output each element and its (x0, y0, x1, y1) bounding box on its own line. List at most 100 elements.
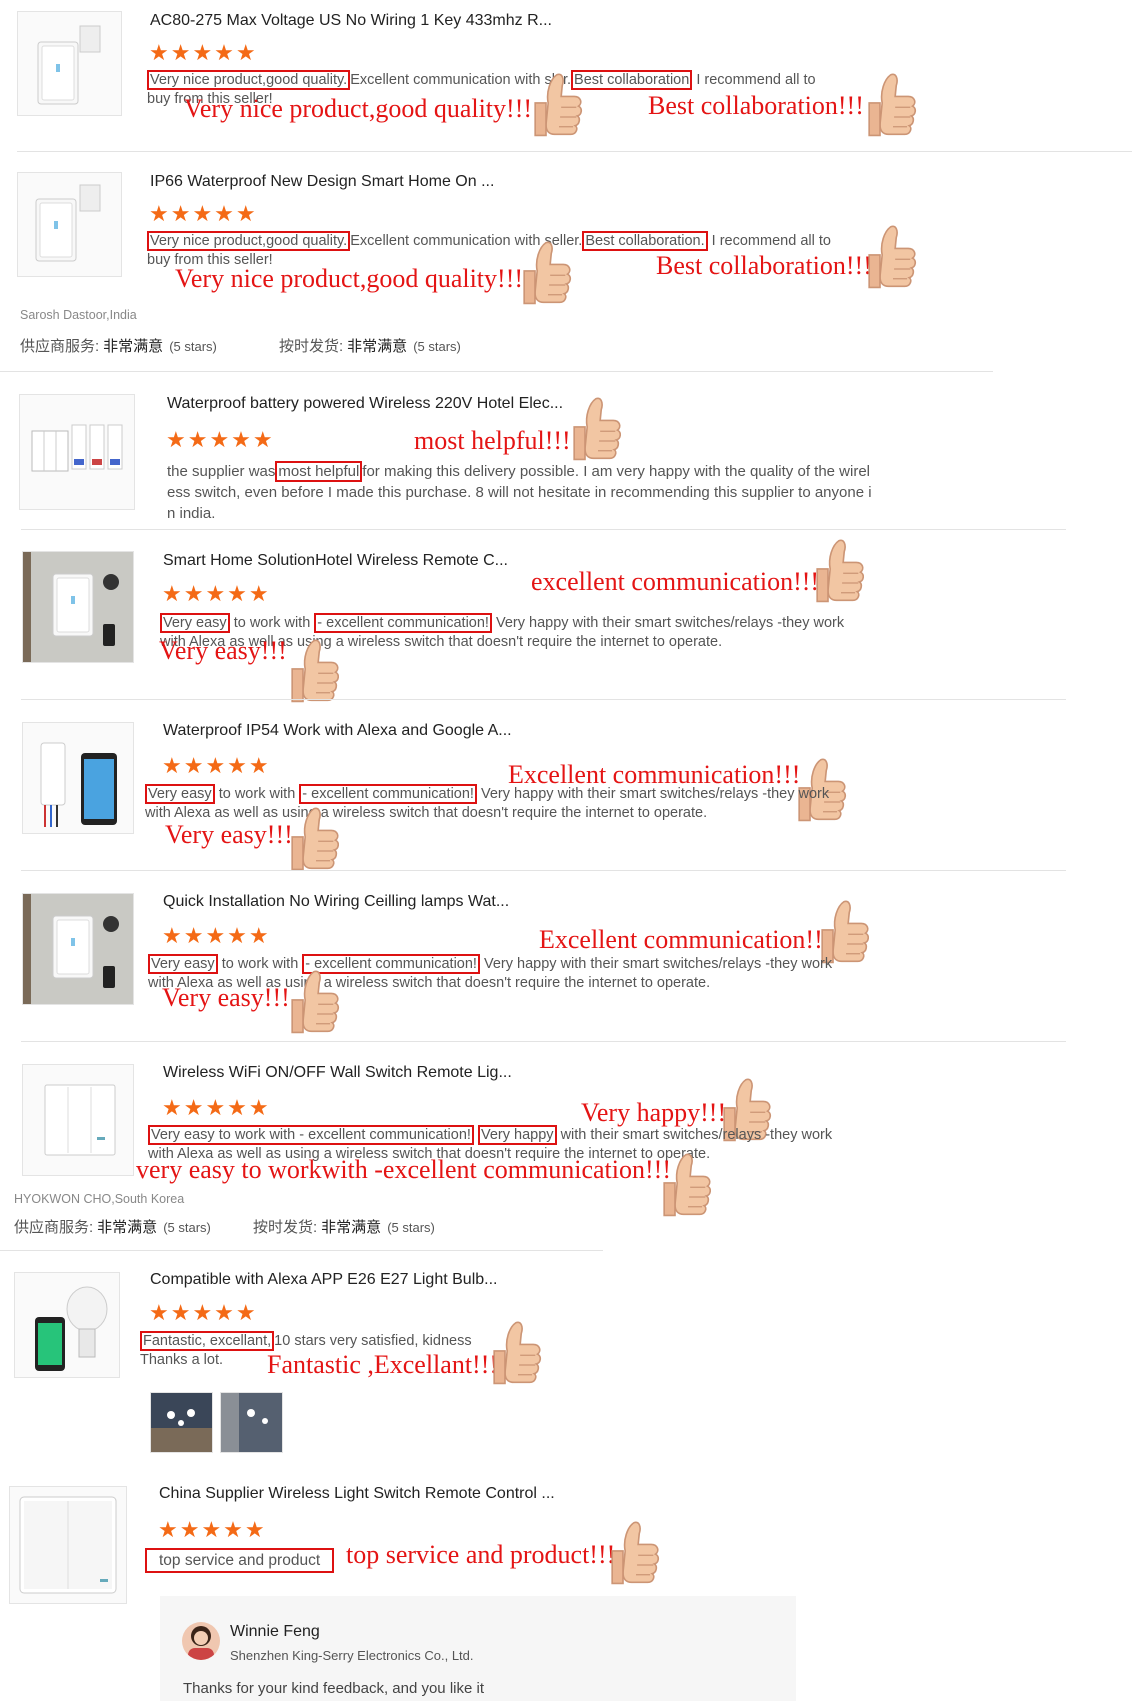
divider (17, 151, 1132, 152)
thumbs-up-icon (291, 807, 340, 871)
avatar (182, 1622, 220, 1660)
supplier-reply-box: Winnie Feng Shenzhen King-Serry Electron… (160, 1596, 796, 1701)
thumbs-up-icon (816, 539, 865, 603)
product-title[interactable]: Compatible with Alexa APP E26 E27 Light … (150, 1271, 497, 1289)
review-photo[interactable] (150, 1392, 213, 1453)
thumbs-up-icon (663, 1153, 712, 1217)
thumbs-up-icon (611, 1521, 660, 1585)
divider (21, 529, 1066, 530)
reviewer-name: HYOKWON CHO,South Korea (14, 1192, 185, 1206)
annotation-text: Best collaboration!!! (648, 91, 864, 120)
replier-name: Winnie Feng (230, 1623, 320, 1640)
product-title[interactable]: China Supplier Wireless Light Switch Rem… (159, 1485, 555, 1503)
star-rating: ★★★★★ (149, 201, 258, 226)
product-image (23, 552, 133, 662)
highlight-box: Very happy (477, 1125, 557, 1145)
product-thumbnail[interactable] (22, 1064, 134, 1176)
highlight-box: top service and product (145, 1548, 335, 1573)
product-image (15, 1273, 119, 1377)
product-title[interactable]: Wireless WiFi ON/OFF Wall Switch Remote … (163, 1064, 512, 1082)
star-rating: ★★★★★ (149, 1300, 258, 1325)
replier-company: Shenzhen King-Serry Electronics Co., Ltd… (230, 1648, 474, 1663)
annotation-text: Very nice product,good quality!!! (184, 94, 533, 123)
divider (21, 1041, 1066, 1042)
annotation-text: most helpful!!! (414, 426, 571, 455)
thumbs-up-icon (868, 73, 917, 137)
review-photo-image (221, 1393, 282, 1452)
highlight-box: Very nice product,good quality. (147, 231, 351, 251)
supplier-service-rating: 供应商服务: 非常满意 (5 stars) (14, 1219, 211, 1236)
annotation-text: very easy to workwith -excellent communi… (136, 1155, 671, 1184)
review-photo[interactable] (220, 1392, 283, 1453)
star-rating: ★★★★★ (162, 923, 271, 948)
star-rating: ★★★★★ (158, 1517, 267, 1542)
annotation-text: Very easy!!! (162, 983, 290, 1012)
highlight-box: Very easy to work with - excellent commu… (148, 1125, 474, 1145)
product-title[interactable]: Quick Installation No Wiring Ceilling la… (163, 893, 509, 911)
thumbs-up-icon (291, 970, 340, 1034)
star-rating: ★★★★★ (166, 427, 275, 452)
highlight-box: Very nice product,good quality. (147, 70, 351, 90)
reviewer-name: Sarosh Dastoor,India (20, 308, 137, 322)
product-thumbnail[interactable] (17, 11, 122, 116)
product-image (18, 173, 121, 276)
thumbs-up-icon (573, 397, 622, 461)
product-image (23, 894, 133, 1004)
supplier-service-rating: 供应商服务: 非常满意 (5 stars) (20, 338, 217, 355)
thumbs-up-icon (534, 73, 583, 137)
on-time-shipping-rating: 按时发货: 非常满意 (5 stars) (279, 338, 461, 355)
star-rating: ★★★★★ (149, 40, 258, 65)
product-title[interactable]: Waterproof IP54 Work with Alexa and Goog… (163, 722, 512, 740)
product-image (18, 12, 121, 115)
highlight-box: Best collaboration. (582, 231, 708, 251)
highlight-box: - excellent communication! (299, 784, 477, 804)
thumbs-up-icon (868, 225, 917, 289)
product-thumbnail[interactable] (17, 172, 122, 277)
product-thumbnail[interactable] (22, 551, 134, 663)
star-rating: ★★★★★ (162, 753, 271, 778)
product-image (20, 395, 134, 509)
product-image (10, 1487, 126, 1603)
product-title[interactable]: AC80-275 Max Voltage US No Wiring 1 Key … (150, 12, 552, 30)
highlight-box: Very easy (145, 784, 215, 804)
product-thumbnail[interactable] (22, 722, 134, 834)
annotation-text: Excellent communication!!! (539, 925, 832, 954)
product-image (23, 1065, 133, 1175)
product-title[interactable]: Smart Home SolutionHotel Wireless Remote… (163, 552, 508, 570)
review-photo-image (151, 1393, 212, 1452)
annotation-text: Fantastic ,Excellant!!! (267, 1350, 499, 1379)
divider (21, 870, 1066, 871)
product-title[interactable]: Waterproof battery powered Wireless 220V… (167, 395, 563, 413)
star-rating: ★★★★★ (162, 581, 271, 606)
annotation-text: Very easy!!! (165, 820, 293, 849)
reply-text: Thanks for your kind feedback, and you l… (183, 1680, 484, 1697)
product-title[interactable]: IP66 Waterproof New Design Smart Home On… (150, 173, 494, 191)
highlight-box: Very easy (160, 613, 230, 633)
annotation-text: Very easy!!! (159, 636, 287, 665)
thumbs-up-icon (291, 639, 340, 703)
divider (0, 1250, 603, 1251)
product-thumbnail[interactable] (22, 893, 134, 1005)
highlight-box: Very easy (148, 954, 218, 974)
annotation-text: excellent communication!!! (531, 567, 820, 596)
annotation-text: top service and product!!! (346, 1540, 616, 1569)
product-image (23, 723, 133, 833)
highlight-box: Best collaboration (571, 70, 693, 90)
thumbs-up-icon (493, 1321, 542, 1385)
highlight-box: most helpful (275, 461, 363, 482)
product-thumbnail[interactable] (19, 394, 135, 510)
divider (0, 371, 993, 372)
review-text: Very easy to work with - excellent commu… (145, 784, 830, 821)
highlight-box: Fantastic, excellant, (140, 1331, 275, 1351)
product-thumbnail[interactable] (14, 1272, 120, 1378)
star-rating: ★★★★★ (162, 1095, 271, 1120)
highlight-box: - excellent communication! (314, 613, 492, 633)
product-thumbnail[interactable] (9, 1486, 127, 1604)
divider (21, 699, 1066, 700)
on-time-shipping-rating: 按时发货: 非常满意 (5 stars) (253, 1219, 435, 1236)
annotation-text: Best collaboration!!! (656, 251, 872, 280)
annotation-text: Very nice product,good quality!!! (175, 264, 524, 293)
review-text: the supplier was most helpful for making t… (167, 461, 872, 522)
thumbs-up-icon (523, 241, 572, 305)
annotation-text: Very happy!!! (581, 1098, 727, 1127)
